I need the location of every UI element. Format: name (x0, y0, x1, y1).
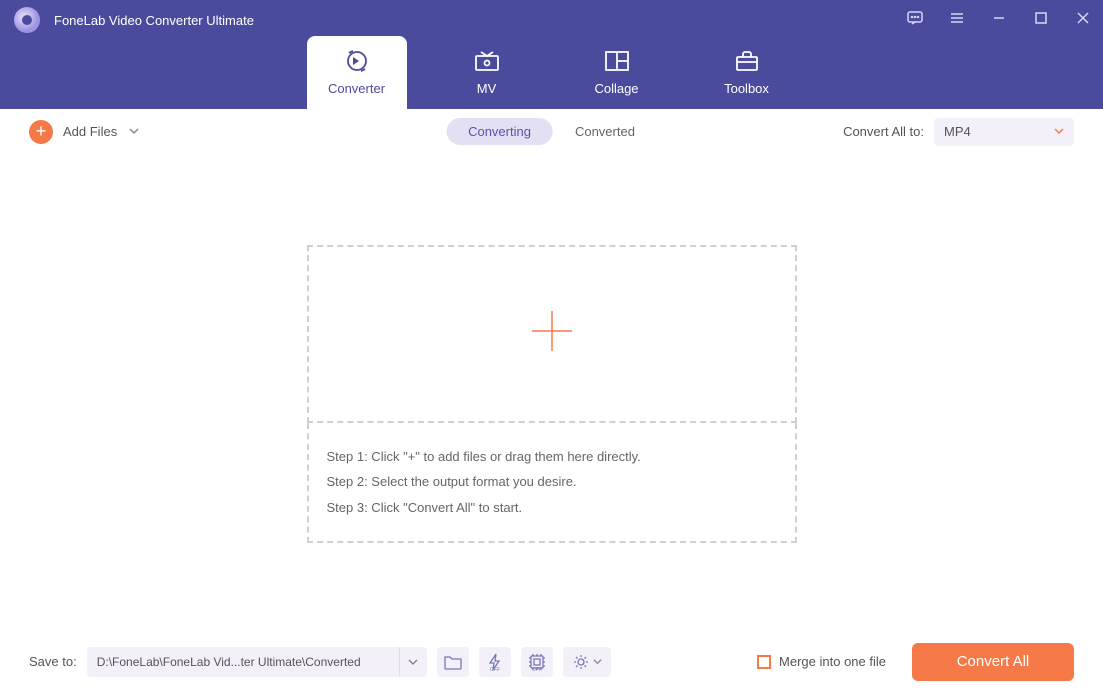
merge-label: Merge into one file (779, 654, 886, 669)
checkbox-icon (757, 655, 771, 669)
convert-all-to-label: Convert All to: (843, 124, 924, 139)
format-value: MP4 (944, 124, 971, 139)
drop-zone: Step 1: Click "+" to add files or drag t… (307, 245, 797, 544)
tab-converted[interactable]: Converted (553, 118, 657, 145)
toolbar: + Add Files Converting Converted Convert… (9, 109, 1094, 154)
drop-target[interactable] (307, 245, 797, 423)
convert-all-to: Convert All to: MP4 (843, 118, 1074, 146)
minimize-icon[interactable] (987, 6, 1011, 30)
tab-toolbox-label: Toolbox (724, 81, 769, 96)
tab-mv[interactable]: MV (437, 36, 537, 109)
tab-converter[interactable]: Converter (307, 36, 407, 109)
titlebar-top: FoneLab Video Converter Ultimate (0, 0, 1103, 40)
gpu-button[interactable]: OFF (521, 647, 553, 677)
add-files-button[interactable]: + Add Files (29, 120, 139, 144)
chevron-down-icon (1054, 124, 1064, 139)
settings-button[interactable] (563, 647, 611, 677)
content-area: + Add Files Converting Converted Convert… (9, 109, 1094, 689)
plus-icon (527, 306, 577, 361)
step-1: Step 1: Click "+" to add files or drag t… (327, 447, 777, 467)
add-files-label: Add Files (63, 124, 117, 139)
menu-icon[interactable] (945, 6, 969, 30)
app-logo (14, 7, 40, 33)
chevron-down-icon (129, 123, 139, 141)
tab-mv-label: MV (477, 81, 497, 96)
app-title: FoneLab Video Converter Ultimate (54, 13, 254, 28)
bottombar: Save to: D:\FoneLab\FoneLab Vid...ter Ul… (9, 634, 1094, 689)
chevron-down-icon (399, 647, 427, 677)
format-select[interactable]: MP4 (934, 118, 1074, 146)
maximize-icon[interactable] (1029, 6, 1053, 30)
svg-text:OFF: OFF (532, 667, 542, 672)
tab-converting[interactable]: Converting (446, 118, 553, 145)
tab-converter-label: Converter (328, 81, 385, 96)
window-controls (903, 6, 1095, 30)
step-3: Step 3: Click "Convert All" to start. (327, 498, 777, 518)
main-area: Step 1: Click "+" to add files or drag t… (9, 154, 1094, 634)
hardware-accel-button[interactable]: OFF (479, 647, 511, 677)
status-tabs: Converting Converted (446, 118, 657, 145)
nav-tabs: Converter MV Collage Toolbox (0, 36, 1103, 109)
step-2: Step 2: Select the output format you des… (327, 472, 777, 492)
tab-collage[interactable]: Collage (567, 36, 667, 109)
save-to-label: Save to: (29, 654, 77, 669)
plus-circle-icon: + (29, 120, 53, 144)
titlebar: FoneLab Video Converter Ultimate (0, 0, 1103, 109)
tab-toolbox[interactable]: Toolbox (697, 36, 797, 109)
open-folder-button[interactable] (437, 647, 469, 677)
tab-collage-label: Collage (594, 81, 638, 96)
save-path-value: D:\FoneLab\FoneLab Vid...ter Ultimate\Co… (97, 655, 361, 669)
save-path-select[interactable]: D:\FoneLab\FoneLab Vid...ter Ultimate\Co… (87, 647, 427, 677)
close-icon[interactable] (1071, 6, 1095, 30)
convert-all-button[interactable]: Convert All (912, 643, 1074, 681)
svg-text:OFF: OFF (490, 667, 500, 672)
feedback-icon[interactable] (903, 6, 927, 30)
merge-checkbox[interactable]: Merge into one file (757, 654, 886, 669)
instructions: Step 1: Click "+" to add files or drag t… (307, 423, 797, 544)
app-window: FoneLab Video Converter Ultimate (0, 0, 1103, 699)
